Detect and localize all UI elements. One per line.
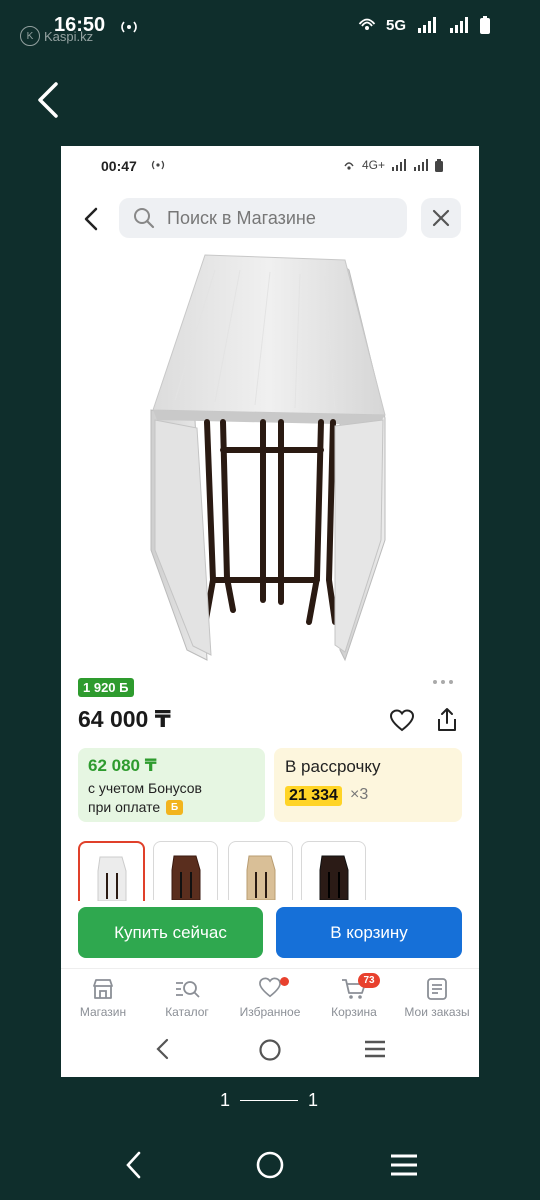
cart-count-badge: 73: [358, 973, 380, 988]
frame-nav-bar: [61, 1030, 479, 1070]
radio-signal-icon: [149, 158, 167, 175]
signal-icon-2: [450, 17, 468, 33]
store-icon: [93, 979, 113, 999]
nav-menu-icon[interactable]: [363, 1039, 387, 1059]
watermark-text: Kaspi.kz: [44, 28, 94, 44]
nav-recents-icon[interactable]: [389, 1152, 419, 1178]
frame-status-indicators: 4G+: [342, 158, 443, 172]
variant-thumb-dark-brown[interactable]: [153, 841, 218, 900]
outer-status-bar: 16:50 K Kaspi.kz 5G: [0, 0, 540, 56]
outer-nav-bar: [0, 1140, 540, 1190]
hotspot-icon: [344, 162, 354, 170]
buy-now-button[interactable]: Купить сейчас: [78, 907, 263, 958]
heart-icon: [259, 977, 281, 998]
installment-multiplier: ×3: [350, 786, 369, 803]
kaspi-logo-icon: K: [20, 26, 40, 46]
bonus-line2-wrap: при оплате Б: [88, 799, 184, 815]
search-icon: [134, 208, 155, 229]
bonus-line2: при оплате: [88, 799, 161, 815]
orders-icon: [427, 978, 447, 1000]
bottom-tab-bar: Магазин Каталог Избранное 73 Корзина Мои…: [61, 968, 479, 1025]
frame-network-type: 4G+: [361, 158, 385, 172]
close-button[interactable]: [421, 198, 461, 238]
installment-amount: 21 334: [285, 786, 342, 806]
frame-back-icon[interactable]: [81, 204, 103, 234]
pager-line: [240, 1099, 299, 1102]
close-icon: [432, 209, 450, 227]
tab-orders[interactable]: Мои заказы: [395, 977, 479, 1019]
tab-catalog-label: Каталог: [165, 1005, 209, 1019]
tab-cart[interactable]: 73 Корзина: [312, 973, 396, 1019]
tab-orders-label: Мои заказы: [404, 1005, 470, 1019]
installment-card[interactable]: В рассрочку 21 334 ×3: [274, 748, 462, 822]
product-image[interactable]: [145, 250, 395, 668]
product-price: 64 000 ₸: [78, 706, 171, 732]
kaspi-watermark: K Kaspi.kz: [20, 26, 93, 46]
tab-cart-label: Корзина: [331, 1005, 377, 1019]
variant-thumb-black[interactable]: [301, 841, 366, 900]
frame-status-time: 00:47: [101, 158, 137, 174]
nav-home-icon[interactable]: [255, 1150, 285, 1180]
image-pager: 1 1: [220, 1090, 318, 1111]
favorite-heart-icon[interactable]: [389, 709, 415, 738]
network-type: 5G: [385, 16, 406, 34]
nav-back-icon[interactable]: [155, 1038, 171, 1060]
outer-status-indicators: 5G: [358, 16, 490, 34]
signal-icon: [418, 17, 436, 33]
search-placeholder: Поиск в Магазине: [167, 207, 316, 228]
signal-icon: [392, 159, 406, 171]
bonus-line1: с учетом Бонусов: [88, 780, 202, 796]
pager-total: 1: [308, 1090, 319, 1110]
nav-home-icon[interactable]: [258, 1038, 282, 1062]
bonus-price-card[interactable]: 62 080 ₸ с учетом Бонусов при оплате Б: [78, 748, 265, 822]
variant-thumb-light-oak[interactable]: [228, 841, 293, 900]
pager-current: 1: [220, 1090, 231, 1110]
tab-favorites-label: Избранное: [239, 1005, 301, 1019]
tab-favorites[interactable]: Избранное: [228, 977, 312, 1019]
favorites-dot: [280, 977, 289, 986]
variant-thumb-white[interactable]: [78, 841, 145, 901]
more-options-icon[interactable]: [433, 680, 453, 684]
battery-icon: [480, 16, 490, 34]
back-arrow-icon[interactable]: [34, 80, 64, 120]
tab-store[interactable]: Магазин: [61, 977, 145, 1019]
tab-catalog[interactable]: Каталог: [145, 977, 229, 1019]
nav-back-icon[interactable]: [124, 1150, 144, 1180]
installment-title: В рассрочку: [285, 757, 381, 776]
hotspot-icon: [358, 18, 376, 30]
bonus-coin-icon: Б: [166, 799, 184, 815]
signal-icon-2: [414, 159, 428, 171]
share-icon[interactable]: [434, 707, 460, 738]
tab-store-label: Магазин: [79, 1005, 127, 1019]
bonus-points-badge: 1 920 Б: [78, 678, 134, 697]
search-input[interactable]: Поиск в Магазине: [119, 198, 407, 238]
catalog-search-icon: [176, 981, 200, 998]
add-to-cart-button[interactable]: В корзину: [276, 907, 462, 958]
radio-signal-icon: [118, 18, 140, 41]
product-screenshot: 00:47 4G+ Поиск в Магазине 1 920 Б 64 00…: [61, 146, 479, 1077]
battery-icon: [435, 158, 443, 172]
bonus-price: 62 080 ₸: [88, 756, 157, 775]
